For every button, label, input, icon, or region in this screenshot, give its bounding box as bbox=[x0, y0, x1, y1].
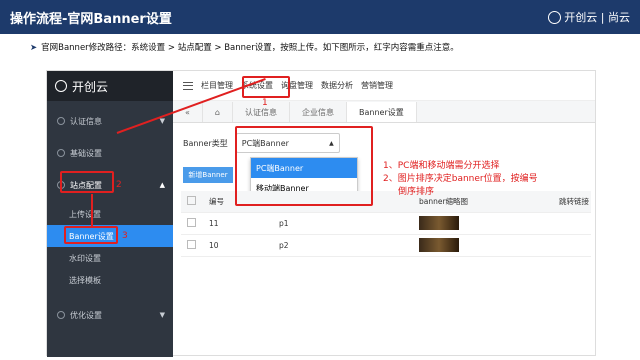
main-area: 栏目管理 系统设置 询盘管理 数据分析 营销管理 « ⌂ 认证信息 企业信息 B… bbox=[173, 71, 595, 355]
note-line-2: 2、图片排序决定banner位置，按编号 bbox=[383, 174, 538, 184]
menu-marketing[interactable]: 营销管理 bbox=[361, 80, 393, 91]
table-row: 11 p1 bbox=[181, 213, 591, 235]
page-title: 操作流程-官网Banner设置 bbox=[10, 12, 172, 27]
sidebar-logo: 开创云 bbox=[47, 71, 173, 101]
highlight-banner-type bbox=[235, 126, 373, 206]
cloud-logo-icon bbox=[55, 80, 67, 92]
bullet-arrow-icon: ➤ bbox=[30, 43, 38, 53]
highlight-system-menu bbox=[242, 76, 290, 98]
tab-banner[interactable]: Banner设置 bbox=[346, 102, 417, 122]
step-2-label: 2 bbox=[116, 180, 122, 190]
instruction-text: ➤ 官网Banner修改路径：系统设置 > 站点配置 > Banner设置，按照上… bbox=[30, 43, 459, 53]
banner-thumbnail bbox=[419, 215, 459, 230]
arrow-line-2 bbox=[91, 194, 93, 226]
gear-icon bbox=[57, 311, 65, 319]
menu-columns[interactable]: 栏目管理 bbox=[201, 80, 233, 91]
banner-thumbnail bbox=[419, 237, 459, 252]
sidebar-sub-upload[interactable]: 上传设置 bbox=[47, 203, 173, 225]
tab-company[interactable]: 企业信息 bbox=[290, 102, 347, 122]
sidebar-item-basic[interactable]: 基础设置 bbox=[47, 141, 173, 165]
sidebar: 开创云 认证信息 ▼ 基础设置 站点配置 ▲ 上传设置 Banner设置 水印设置 … bbox=[47, 71, 173, 357]
select-all-checkbox[interactable] bbox=[187, 196, 196, 205]
top-menu: 栏目管理 系统设置 询盘管理 数据分析 营销管理 bbox=[173, 71, 595, 101]
tab-bar: « ⌂ 认证信息 企业信息 Banner设置 bbox=[173, 101, 595, 123]
brand: 开创云 | 尚云 bbox=[548, 9, 630, 25]
step-3-label: 3 bbox=[122, 231, 128, 241]
row-checkbox[interactable] bbox=[187, 218, 196, 227]
row-checkbox[interactable] bbox=[187, 240, 196, 249]
chevron-down-icon: ▼ bbox=[159, 311, 165, 319]
sidebar-sub-template[interactable]: 选择模板 bbox=[47, 269, 173, 291]
new-banner-button[interactable]: 新增Banner bbox=[183, 167, 233, 183]
table-row: 10 p2 bbox=[181, 235, 591, 257]
highlight-site-config bbox=[60, 171, 114, 193]
sidebar-item-auth[interactable]: 认证信息 ▼ bbox=[47, 109, 173, 133]
menu-analytics[interactable]: 数据分析 bbox=[321, 80, 353, 91]
header-bar: 操作流程-官网Banner设置 开创云 | 尚云 bbox=[0, 0, 640, 34]
sidebar-sub-watermark[interactable]: 水印设置 bbox=[47, 247, 173, 269]
filter-label: Banner类型 bbox=[183, 138, 228, 148]
note-line-3: 倒序排序 bbox=[398, 187, 435, 197]
menu-icon[interactable] bbox=[183, 81, 193, 90]
sidebar-item-optimize[interactable]: 优化设置 ▼ bbox=[47, 303, 173, 327]
highlight-banner-setting bbox=[64, 226, 118, 244]
step-1-label: 1 bbox=[262, 98, 268, 108]
gear-icon bbox=[57, 117, 65, 125]
note-line-1: 1、PC端和移动端需分开选择 bbox=[383, 161, 500, 171]
brand-logo-icon bbox=[548, 10, 562, 24]
app-window: 开创云 认证信息 ▼ 基础设置 站点配置 ▲ 上传设置 Banner设置 水印设置 … bbox=[46, 70, 596, 357]
gear-icon bbox=[57, 149, 65, 157]
chevron-up-icon: ▲ bbox=[159, 181, 165, 189]
home-icon[interactable]: ⌂ bbox=[203, 102, 233, 122]
